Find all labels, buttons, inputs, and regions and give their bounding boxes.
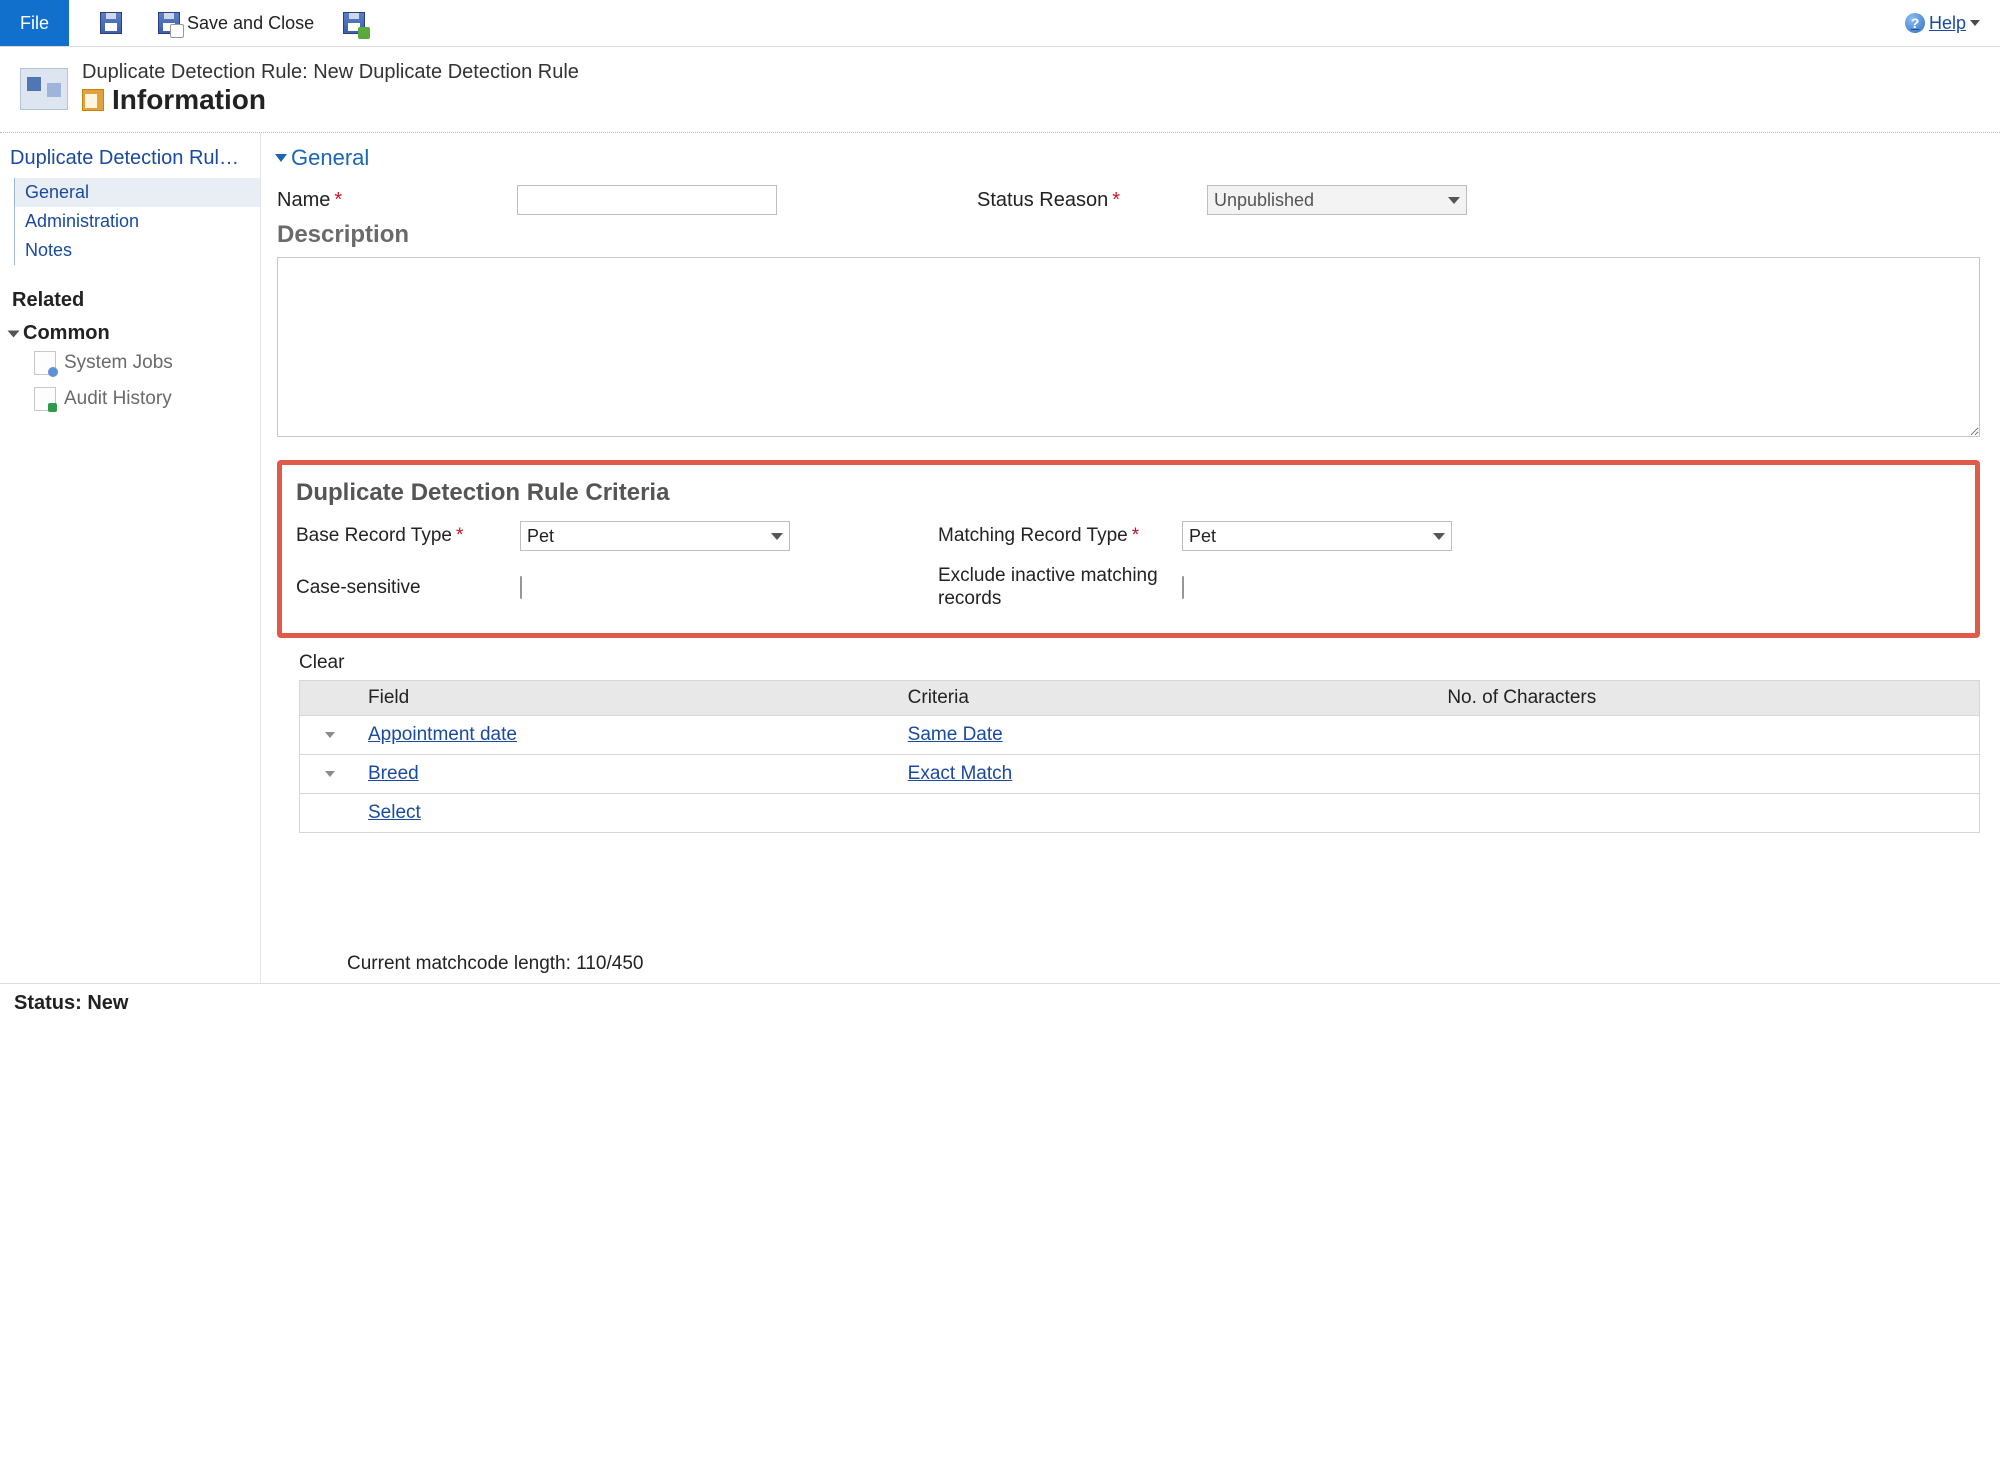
command-bar: File Save and Close ? Help [0,0,2000,47]
status-reason-value: Unpublished [1214,190,1314,211]
name-field-label: Name* [277,189,497,212]
chevron-down-icon [1433,533,1445,540]
exclude-inactive-label: Exclude inactive matching records [938,565,1168,611]
save-and-close-button[interactable]: Save and Close [157,11,314,35]
case-sensitive-checkbox[interactable] [520,576,522,599]
system-jobs-icon [34,351,56,375]
audit-history-icon [34,387,56,411]
page-title: Information [112,84,266,116]
base-record-type-value: Pet [527,526,554,547]
save-and-close-label: Save and Close [187,13,314,34]
criteria-chars-cell [1439,763,1979,785]
triangle-down-icon [275,154,287,162]
criteria-section-title: Duplicate Detection Rule Criteria [296,479,1961,507]
nav-group-common-label: Common [23,322,110,345]
file-menu-button[interactable]: File [0,0,69,46]
nav-group-common[interactable]: Common [0,322,260,345]
row-menu-button[interactable] [300,724,360,746]
criteria-field-link[interactable]: Breed [368,763,419,784]
criteria-clear-button[interactable]: Clear [299,652,1980,674]
nav-item-system-jobs-label: System Jobs [64,352,173,374]
criteria-highlight-block: Duplicate Detection Rule Criteria Base R… [277,460,1980,638]
section-general-tab[interactable]: General [277,145,1980,171]
col-header-criteria: Criteria [900,687,1440,709]
status-bar: Status: New [0,983,2000,1023]
criteria-table: Field Criteria No. of Characters Appoint… [299,680,1980,833]
chevron-down-icon [8,330,20,337]
criteria-select-new-link[interactable]: Select [368,802,421,823]
criteria-type-link[interactable]: Same Date [908,724,1003,745]
criteria-table-row: Breed Exact Match [300,755,1979,794]
form-icon [82,89,104,111]
help-label: Help [1929,13,1966,34]
nav-root[interactable]: Duplicate Detection Rule : ... [0,139,260,178]
nav-item-audit-history-label: Audit History [64,388,172,410]
matching-record-type-label: Matching Record Type* [938,525,1168,547]
chevron-down-icon [1448,197,1460,204]
nav-related-header: Related [0,265,260,322]
description-label: Description [277,221,1980,249]
case-sensitive-label: Case-sensitive [296,577,506,599]
col-header-field: Field [360,687,900,709]
help-icon: ? [1905,13,1925,33]
criteria-table-row-new: Select [300,794,1979,832]
entity-breadcrumb: Duplicate Detection Rule: New Duplicate … [82,61,579,84]
chevron-down-icon [771,533,783,540]
criteria-chars-cell [1439,724,1979,746]
nav-item-audit-history[interactable]: Audit History [0,381,260,417]
matchcode-length-text: Current matchcode length: 110/450 [347,953,1980,975]
col-header-chars: No. of Characters [1439,687,1979,709]
status-reason-select[interactable]: Unpublished [1207,185,1467,215]
nav-link-general[interactable]: General [14,178,260,207]
nav-item-system-jobs[interactable]: System Jobs [0,345,260,381]
matching-record-type-select[interactable]: Pet [1182,521,1452,551]
chevron-down-icon [1970,20,1980,26]
base-record-type-label: Base Record Type* [296,525,506,547]
description-textarea[interactable] [277,257,1980,437]
criteria-type-link[interactable]: Exact Match [908,763,1013,784]
section-general-label: General [291,145,369,171]
save-close-icon [157,11,181,35]
criteria-table-header: Field Criteria No. of Characters [300,680,1979,716]
form-area: General Name* Status Reason* Unpublished… [261,133,2000,983]
status-reason-label: Status Reason* [977,189,1187,212]
row-menu-button[interactable] [300,763,360,785]
publish-icon [342,11,366,35]
publish-button[interactable] [342,11,372,35]
left-navigation: Duplicate Detection Rule : ... General A… [0,133,261,983]
file-menu-label: File [20,13,49,34]
nav-link-notes[interactable]: Notes [14,236,260,265]
save-icon [99,11,123,35]
criteria-field-link[interactable]: Appointment date [368,724,517,745]
criteria-table-row: Appointment date Same Date [300,716,1979,755]
base-record-type-select[interactable]: Pet [520,521,790,551]
entity-icon [20,68,68,110]
save-button[interactable] [99,11,129,35]
nav-link-administration[interactable]: Administration [14,207,260,236]
help-link[interactable]: ? Help [1905,13,1980,34]
record-header: Duplicate Detection Rule: New Duplicate … [0,47,2000,133]
matching-record-type-value: Pet [1189,526,1216,547]
exclude-inactive-checkbox[interactable] [1182,576,1184,599]
name-input[interactable] [517,185,777,215]
